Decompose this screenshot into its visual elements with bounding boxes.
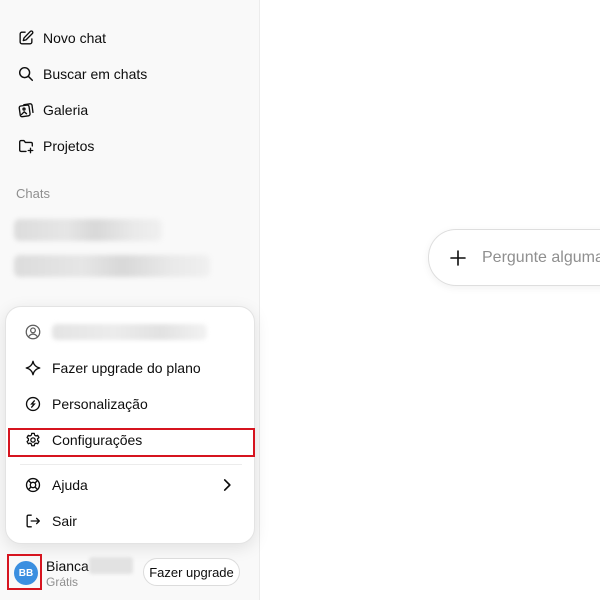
search-icon <box>17 65 35 83</box>
settings-label: Configurações <box>52 432 143 448</box>
sidebar: Novo chat Buscar em chats Galeria Projet… <box>0 0 260 600</box>
new-chat-label: Novo chat <box>43 30 107 46</box>
chat-history-item[interactable] <box>14 255 210 277</box>
settings-item[interactable]: Configurações <box>10 424 250 456</box>
user-circle-icon <box>24 323 42 341</box>
new-chat-icon <box>17 29 35 47</box>
upgrade-plan-label: Fazer upgrade do plano <box>52 360 201 376</box>
logout-icon <box>24 512 42 530</box>
user-name: Bianca <box>46 558 89 574</box>
chevron-right-icon <box>223 479 231 491</box>
lifebuoy-icon <box>24 476 42 494</box>
personalization-icon <box>24 395 42 413</box>
folder-plus-icon <box>17 137 35 155</box>
logout-label: Sair <box>52 513 77 529</box>
user-footer[interactable]: BB Bianca Grátis Fazer upgrade <box>0 548 260 600</box>
projects-button[interactable]: Projetos <box>8 130 252 162</box>
personalization-item[interactable]: Personalização <box>10 388 250 420</box>
chats-section-label: Chats <box>16 186 50 201</box>
search-chats-label: Buscar em chats <box>43 66 148 82</box>
user-surname-redacted <box>89 557 133 574</box>
gear-icon <box>24 431 42 449</box>
upgrade-plan-item[interactable]: Fazer upgrade do plano <box>10 352 250 384</box>
chat-history-item[interactable] <box>14 219 162 241</box>
account-email-row <box>10 316 250 348</box>
gallery-button[interactable]: Galeria <box>8 94 252 126</box>
composer <box>428 229 600 286</box>
user-plan: Grátis <box>46 575 79 589</box>
account-menu: Fazer upgrade do plano Personalização Co… <box>5 306 255 544</box>
new-chat-button[interactable]: Novo chat <box>8 22 252 54</box>
upgrade-button[interactable]: Fazer upgrade <box>143 558 240 586</box>
gallery-icon <box>17 101 35 119</box>
plus-icon[interactable] <box>447 247 469 269</box>
logout-item[interactable]: Sair <box>10 505 250 537</box>
search-chats-button[interactable]: Buscar em chats <box>8 58 252 90</box>
prompt-input[interactable] <box>482 248 600 268</box>
help-label: Ajuda <box>52 477 88 493</box>
avatar[interactable]: BB <box>14 561 38 585</box>
gallery-label: Galeria <box>43 102 89 118</box>
menu-divider <box>20 464 242 465</box>
help-item[interactable]: Ajuda <box>10 469 250 501</box>
projects-label: Projetos <box>43 138 95 154</box>
account-email-redacted <box>52 324 207 340</box>
personalization-label: Personalização <box>52 396 148 412</box>
sparkle-icon <box>24 359 42 377</box>
